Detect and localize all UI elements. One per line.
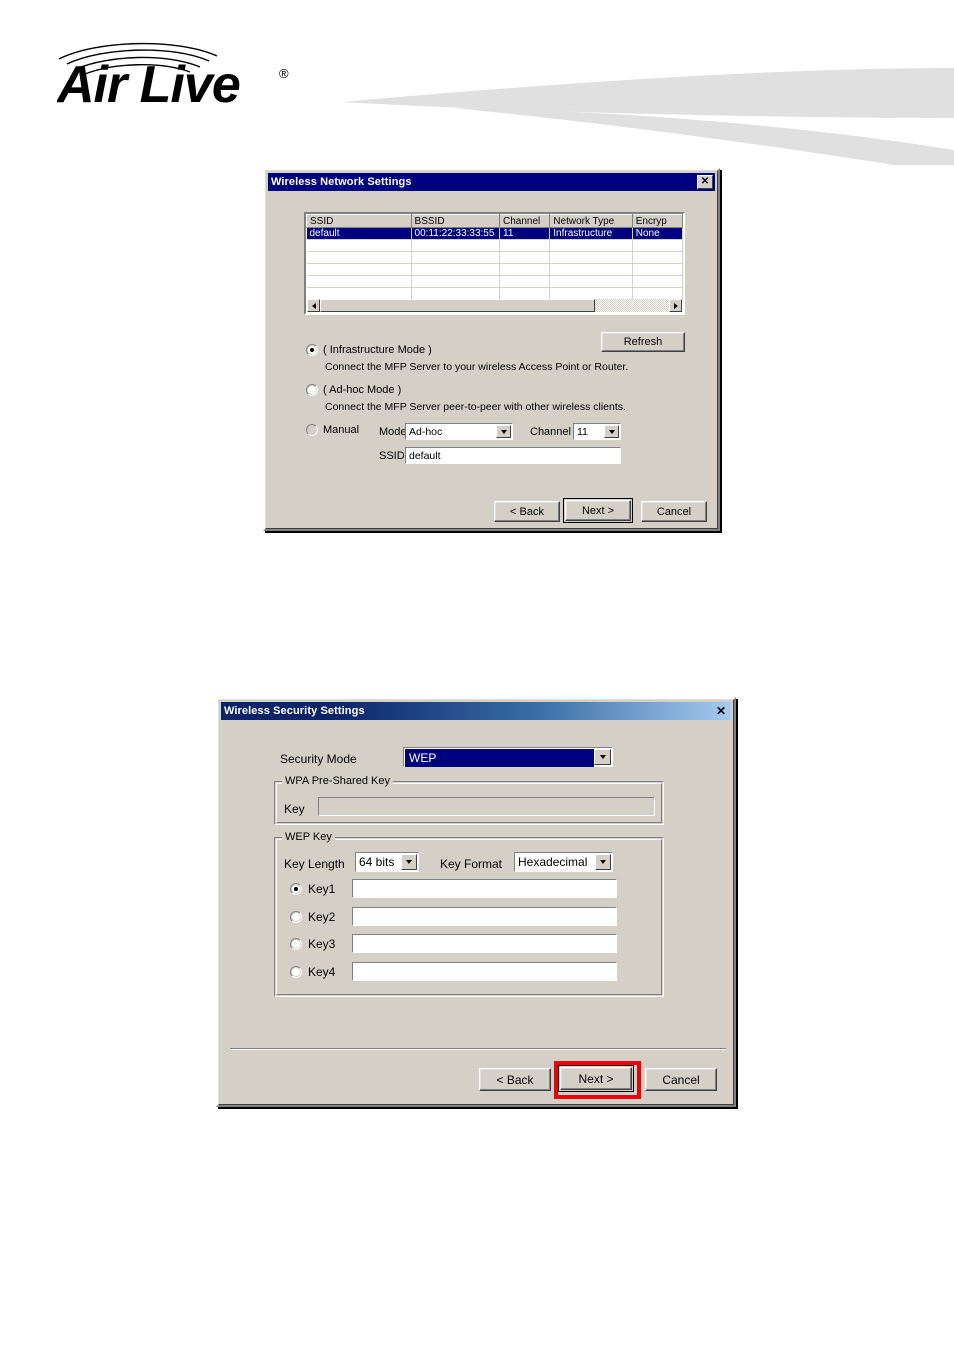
airlive-logo: Air Live ®: [57, 42, 289, 114]
ssid-label: SSID: [379, 450, 405, 462]
svg-text:Air Live: Air Live: [57, 56, 240, 114]
column-header-bssid[interactable]: BSSID: [410, 214, 501, 228]
key-length-value: 64 bits: [359, 855, 395, 869]
channel-label: Channel: [530, 426, 571, 438]
back-button[interactable]: < Back: [494, 501, 560, 522]
dialog2-titlebar[interactable]: Wireless Security Settings ✕: [221, 702, 731, 720]
column-header-ssid[interactable]: SSID: [306, 214, 412, 228]
close-icon[interactable]: ✕: [713, 704, 729, 718]
radio-button-icon[interactable]: [290, 966, 302, 978]
radio-infrastructure-mode-label: ( Infrastructure Mode ): [323, 344, 432, 356]
radio-key1[interactable]: Key1: [290, 882, 335, 896]
radio-button-icon[interactable]: [306, 384, 318, 396]
next-button-default-frame: Next >: [563, 498, 633, 523]
horizontal-scrollbar[interactable]: [307, 299, 682, 312]
wpa-group-title: WPA Pre-Shared Key: [282, 775, 393, 787]
channel-select-value: 11: [577, 425, 588, 438]
radio-button-icon[interactable]: [290, 911, 302, 923]
chevron-down-icon[interactable]: [594, 749, 611, 765]
dialog1-title: Wireless Network Settings: [271, 176, 412, 188]
key3-label: Key3: [308, 937, 336, 951]
radio-button-icon[interactable]: [306, 344, 318, 356]
table-row-empty: [306, 251, 684, 264]
next-button-default-frame: Next >: [558, 1065, 634, 1092]
scrollbar-thumb[interactable]: [320, 299, 595, 312]
key-length-label: Key Length: [284, 857, 345, 871]
next-button[interactable]: Next >: [565, 500, 631, 521]
chevron-down-icon[interactable]: [595, 854, 611, 870]
dialog1-titlebar[interactable]: Wireless Network Settings ✕: [268, 173, 715, 191]
table-row-empty: [306, 287, 684, 300]
table-row-empty: [306, 263, 684, 276]
column-header-channel[interactable]: Channel: [499, 214, 551, 228]
refresh-button[interactable]: Refresh: [601, 332, 685, 352]
wireless-network-list[interactable]: SSID BSSID Channel Network Type Encryp d…: [304, 212, 685, 315]
network-table: SSID BSSID Channel Network Type Encryp d…: [306, 214, 684, 300]
cell-channel: 11: [499, 227, 551, 240]
wireless-network-settings-dialog: Wireless Network Settings ✕ SSID BSSID C…: [263, 168, 720, 531]
security-mode-value: WEP: [405, 749, 594, 767]
key4-input[interactable]: [352, 962, 617, 981]
adhoc-mode-description: Connect the MFP Server peer-to-peer with…: [325, 401, 626, 413]
key-format-value: Hexadecimal: [518, 855, 588, 869]
mode-select[interactable]: Ad-hoc: [405, 423, 513, 440]
key1-label: Key1: [308, 882, 336, 896]
key2-label: Key2: [308, 910, 336, 924]
scroll-left-arrow-icon[interactable]: [307, 299, 320, 312]
table-row-empty: [306, 239, 684, 252]
chevron-down-icon[interactable]: [604, 425, 619, 438]
radio-key2[interactable]: Key2: [290, 910, 335, 924]
footer-separator: [230, 1048, 726, 1050]
chevron-down-icon[interactable]: [401, 854, 417, 870]
cell-network-type: Infrastructure: [549, 227, 633, 240]
cell-bssid: 00:11:22:33:33:55: [411, 227, 501, 240]
channel-select[interactable]: 11: [573, 423, 621, 440]
column-header-encryption[interactable]: Encryp: [631, 214, 684, 228]
key-format-label: Key Format: [440, 857, 503, 871]
security-mode-select[interactable]: WEP: [403, 747, 613, 767]
key3-input[interactable]: [352, 934, 617, 953]
radio-adhoc-mode[interactable]: ( Ad-hoc Mode ): [306, 384, 401, 396]
ssid-input[interactable]: default: [405, 447, 621, 464]
radio-button-icon[interactable]: [290, 938, 302, 950]
registered-mark: ®: [279, 66, 289, 81]
key4-label: Key4: [308, 965, 336, 979]
key-format-select[interactable]: Hexadecimal: [514, 852, 613, 872]
page-header: Air Live ®: [0, 0, 954, 165]
radio-adhoc-mode-label: ( Ad-hoc Mode ): [323, 384, 402, 396]
key-length-select[interactable]: 64 bits: [355, 852, 419, 872]
key1-input[interactable]: [352, 879, 617, 898]
mode-label: Mode: [379, 426, 407, 438]
radio-key3[interactable]: Key3: [290, 937, 335, 951]
radio-infrastructure-mode[interactable]: ( Infrastructure Mode ): [306, 344, 432, 356]
close-icon[interactable]: ✕: [697, 175, 713, 189]
wpa-key-label: Key: [284, 802, 305, 816]
infrastructure-mode-description: Connect the MFP Server to your wireless …: [325, 361, 629, 373]
wpa-key-input[interactable]: [318, 797, 655, 816]
wep-group-title: WEP Key: [282, 831, 335, 843]
security-mode-label: Security Mode: [280, 752, 357, 766]
cell-encryption: None: [632, 227, 684, 240]
table-row[interactable]: default 00:11:22:33:33:55 11 Infrastruct…: [306, 227, 684, 240]
mode-select-value: Ad-hoc: [409, 425, 443, 438]
radio-button-icon[interactable]: [306, 424, 318, 436]
cancel-button[interactable]: Cancel: [641, 501, 707, 522]
scroll-right-arrow-icon[interactable]: [669, 299, 682, 312]
radio-button-icon[interactable]: [290, 883, 302, 895]
next-button[interactable]: Next >: [560, 1067, 632, 1090]
dialog2-title: Wireless Security Settings: [224, 705, 365, 717]
back-button[interactable]: < Back: [479, 1068, 551, 1091]
radio-key4[interactable]: Key4: [290, 965, 335, 979]
cell-ssid: default: [306, 227, 412, 240]
scrollbar-trough[interactable]: [595, 299, 669, 312]
column-header-network-type[interactable]: Network Type: [549, 214, 633, 228]
wireless-security-settings-dialog: Wireless Security Settings ✕ Security Mo…: [216, 697, 736, 1107]
key2-input[interactable]: [352, 907, 617, 926]
table-header-row: SSID BSSID Channel Network Type Encryp: [306, 214, 684, 228]
radio-manual-label: Manual: [323, 424, 360, 436]
cancel-button[interactable]: Cancel: [645, 1068, 717, 1091]
table-row-empty: [306, 275, 684, 288]
chevron-down-icon[interactable]: [496, 425, 511, 438]
radio-manual[interactable]: Manual: [306, 424, 359, 436]
